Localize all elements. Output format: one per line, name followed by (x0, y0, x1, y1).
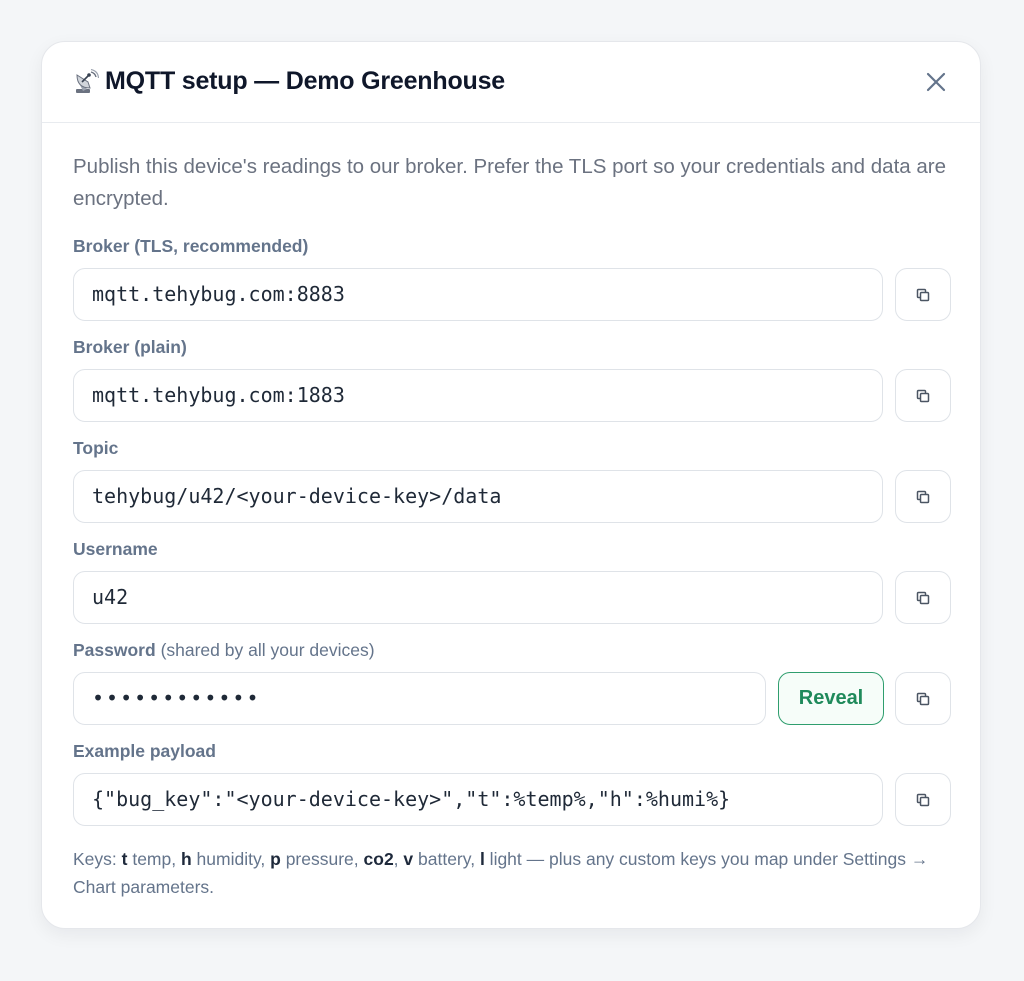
copy-password-button[interactable] (895, 672, 951, 725)
payload-label: Example payload (73, 741, 216, 761)
key-p: p (270, 849, 281, 869)
key-v-desc: battery, (413, 849, 480, 869)
satellite-antenna-icon (73, 68, 100, 95)
keys-footnote: Keys: t temp, h humidity, p pressure, co… (73, 845, 963, 901)
key-h: h (180, 849, 192, 869)
password-field[interactable]: •••••••••••• (73, 672, 766, 725)
password-label-text: Password (73, 640, 156, 660)
copy-broker-tls-button[interactable] (895, 268, 951, 321)
key-v: v (403, 849, 414, 869)
key-co2: co2 (363, 849, 394, 869)
copy-username-button[interactable] (895, 571, 951, 624)
copy-topic-button[interactable] (895, 470, 951, 523)
key-h-desc: humidity, (191, 849, 271, 869)
copy-icon (916, 793, 930, 806)
copy-icon (916, 389, 930, 402)
broker-tls-field[interactable]: mqtt.tehybug.com:8883 (73, 268, 883, 321)
copy-icon (916, 288, 930, 301)
broker-plain-label: Broker (plain) (73, 337, 187, 357)
intro-text: Publish this device's readings to our br… (73, 155, 946, 210)
copy-payload-button[interactable] (895, 773, 951, 826)
copy-icon (916, 692, 930, 705)
footnote-prefix: Keys: (73, 849, 122, 869)
username-field[interactable]: u42 (73, 571, 883, 624)
dialog-title: MQTT setup — Demo Greenhouse (73, 67, 505, 96)
key-p-desc: pressure, (280, 849, 364, 869)
key-l-desc: light (484, 849, 522, 869)
close-button[interactable] (924, 70, 948, 94)
key-t-desc: temp, (127, 849, 181, 869)
close-icon (926, 72, 946, 92)
dialog-title-text: MQTT setup — Demo Greenhouse (105, 67, 506, 95)
topic-field[interactable]: tehybug/u42/<your-device-key>/data (73, 470, 883, 523)
copy-broker-plain-button[interactable] (895, 369, 951, 422)
broker-plain-field[interactable]: mqtt.tehybug.com:1883 (73, 369, 883, 422)
password-label: Password (shared by all your devices) (73, 640, 375, 661)
key-co2-desc: , (393, 849, 404, 869)
copy-icon (916, 591, 930, 604)
mqtt-setup-dialog: MQTT setup — Demo Greenhouse Publish thi… (41, 41, 981, 929)
broker-tls-label: Broker (TLS, recommended) (73, 236, 309, 256)
password-sublabel: (shared by all your devices) (160, 640, 375, 660)
payload-field[interactable]: {"bug_key":"<your-device-key>","t":%temp… (73, 773, 883, 826)
dialog-header: MQTT setup — Demo Greenhouse (42, 42, 980, 123)
topic-label: Topic (73, 438, 119, 458)
username-label: Username (73, 539, 158, 559)
copy-icon (916, 490, 930, 503)
reveal-password-button[interactable]: Reveal (778, 672, 884, 725)
